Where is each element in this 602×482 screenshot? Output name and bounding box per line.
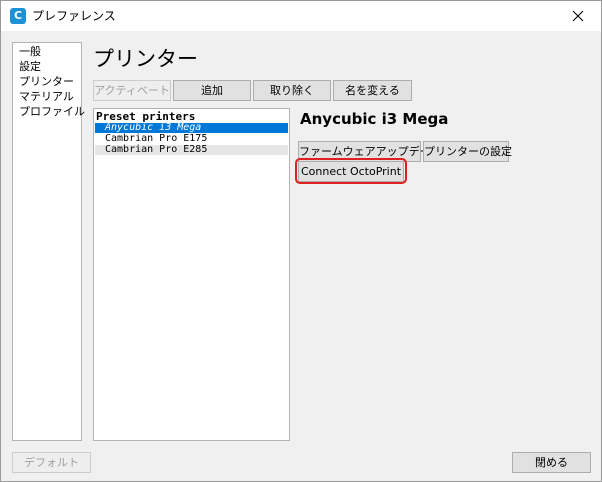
printer-list-item[interactable]: Cambrian Pro E175 (95, 134, 288, 144)
title-bar: C プレファレンス (1, 1, 601, 31)
category-printers[interactable]: プリンター (19, 74, 81, 89)
window-close-button[interactable] (555, 1, 601, 31)
category-profiles[interactable]: プロファイル (19, 104, 85, 119)
category-materials[interactable]: マテリアル (19, 89, 81, 104)
category-settings[interactable]: 設定 (19, 59, 81, 74)
category-general[interactable]: 一般 (19, 44, 81, 59)
window-title: プレファレンス (32, 9, 116, 23)
highlight-outline (295, 158, 407, 184)
printer-list-item[interactable]: Cambrian Pro E285 (95, 145, 288, 155)
add-printer-button[interactable]: 追加 (173, 80, 251, 101)
close-button[interactable]: 閉める (512, 452, 591, 473)
preferences-window: C プレファレンス 一般 設定 プリンター マテリアル プロファイル プリンター… (0, 0, 602, 482)
cura-logo-icon: C (10, 8, 26, 24)
printer-list: Preset printers Anycubic i3 Mega Cambria… (93, 108, 290, 441)
printer-settings-button[interactable]: プリンターの設定 (423, 141, 512, 162)
remove-printer-button[interactable]: 取り除く (253, 80, 331, 101)
rename-printer-button[interactable]: 名を変える (333, 80, 412, 101)
defaults-button[interactable]: デフォルト (12, 452, 91, 473)
printer-list-item[interactable]: Anycubic i3 Mega (95, 123, 288, 133)
page-title: プリンター (93, 47, 198, 71)
category-list: 一般 設定 プリンター マテリアル プロファイル (12, 42, 85, 441)
close-icon (572, 10, 584, 22)
activate-button[interactable]: アクティベート (93, 80, 171, 101)
selected-printer-name: Anycubic i3 Mega (300, 110, 449, 128)
